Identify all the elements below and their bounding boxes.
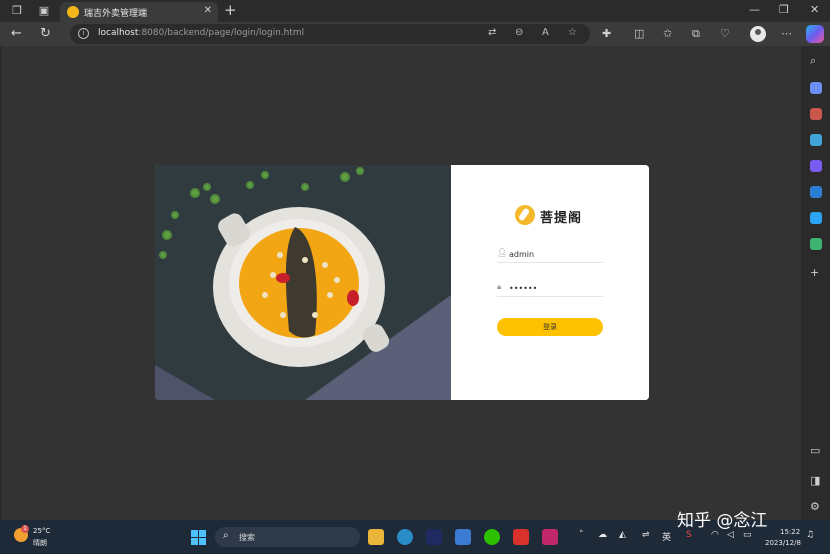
translate-icon[interactable]: ⇄ xyxy=(488,27,496,38)
weather-badge: 1 xyxy=(21,525,29,533)
tab-strip: ❒ ▣ 瑞吉外卖管理端 ✕ + — ❐ ✕ xyxy=(0,0,830,22)
weather-description[interactable]: 晴朗 xyxy=(33,538,47,548)
username-input[interactable] xyxy=(509,247,601,261)
favorites-icon[interactable]: ✩ xyxy=(663,27,672,40)
close-window-button[interactable]: ✕ xyxy=(810,3,819,16)
tab-actions-icon[interactable]: ▣ xyxy=(37,4,51,18)
extensions-icon[interactable]: ✚ xyxy=(602,27,611,40)
minimize-button[interactable]: — xyxy=(749,3,760,16)
tray-overflow-icon[interactable]: ˄ xyxy=(579,530,584,540)
ime-indicator[interactable]: 英 xyxy=(662,530,671,543)
screenshot-icon[interactable]: ▭ xyxy=(810,444,820,457)
send-icon[interactable] xyxy=(810,212,822,224)
hide-sidebar-icon[interactable]: ◨ xyxy=(810,474,820,487)
password-field: 🔒︎ xyxy=(497,281,603,297)
search-label: 搜索 xyxy=(239,533,255,542)
tray-app3-icon[interactable]: ⇌ xyxy=(642,530,650,540)
tools-icon[interactable] xyxy=(810,108,822,120)
clock-time[interactable]: 15:22 xyxy=(780,528,800,536)
outlook-icon[interactable] xyxy=(810,186,822,198)
browser-essentials-icon[interactable]: ♡ xyxy=(720,27,730,40)
split-screen-icon[interactable]: ◫ xyxy=(634,27,644,40)
wifi-icon[interactable]: ◠ xyxy=(711,530,719,540)
login-card: 菩提阁 👤︎ 🔒︎ 登录 xyxy=(155,165,649,400)
lock-icon: 🔒︎ xyxy=(497,282,502,291)
username-field: 👤︎ xyxy=(497,247,603,263)
edge-icon[interactable] xyxy=(397,529,413,545)
weather-temperature[interactable]: 25°C xyxy=(33,527,50,535)
read-aloud-icon[interactable]: A xyxy=(542,27,549,38)
collections-icon[interactable]: ⧉ xyxy=(692,27,700,41)
refresh-button[interactable]: ↻ xyxy=(40,26,51,42)
intellij-icon[interactable] xyxy=(542,529,558,545)
tab-close-icon[interactable]: ✕ xyxy=(204,5,212,16)
profile-avatar[interactable] xyxy=(750,26,766,42)
navigation-bar: ← ↻ i localhost:8080/backend/page/login/… xyxy=(0,22,830,46)
app-grid-icon[interactable] xyxy=(455,529,471,545)
edge-sidebar: ⌕ + ▭ ◨ ⚙ xyxy=(801,46,830,520)
settings-more-icon[interactable]: ⋯ xyxy=(781,27,792,40)
tray-app2-icon[interactable]: ◭ xyxy=(619,530,626,540)
search-icon: ⌕ xyxy=(223,530,229,541)
site-info-icon[interactable]: i xyxy=(78,28,89,39)
back-button[interactable]: ← xyxy=(11,26,22,42)
wechat-icon[interactable] xyxy=(484,529,500,545)
notification-bell-icon[interactable]: ♫ xyxy=(806,530,814,540)
shopping-tag-icon[interactable] xyxy=(810,82,822,94)
battery-icon[interactable]: ▭ xyxy=(743,530,752,540)
restore-button[interactable]: ❐ xyxy=(779,3,789,16)
tab-title: 瑞吉外卖管理端 xyxy=(84,9,148,19)
site-favicon-icon xyxy=(67,6,79,18)
tray-app-icon[interactable]: ☁ xyxy=(598,530,607,540)
games-icon[interactable] xyxy=(810,134,822,146)
address-url[interactable]: localhost:8080/backend/page/login/login.… xyxy=(98,28,304,38)
add-sidebar-app-icon[interactable]: + xyxy=(810,266,819,279)
new-tab-button[interactable]: + xyxy=(224,1,237,19)
tab-active[interactable]: 瑞吉外卖管理端 ✕ xyxy=(60,2,218,22)
start-button[interactable] xyxy=(191,530,206,545)
favorite-star-icon[interactable]: ☆ xyxy=(568,27,577,38)
food-illustration xyxy=(155,165,451,400)
sogou-icon[interactable]: S xyxy=(686,530,692,540)
password-input[interactable] xyxy=(509,281,601,295)
sidebar-settings-icon[interactable]: ⚙ xyxy=(810,500,820,513)
food-photo xyxy=(155,165,451,400)
workspaces-icon[interactable]: ❒ xyxy=(10,4,24,18)
address-bar[interactable]: i localhost:8080/backend/page/login/logi… xyxy=(70,24,590,44)
user-icon: 👤︎ xyxy=(497,248,508,257)
volume-icon[interactable]: ◁ xyxy=(727,530,734,540)
brand-name: 菩提阁 xyxy=(540,211,583,226)
zoom-icon[interactable]: ⊖ xyxy=(515,27,523,38)
zhihu-watermark: 知乎 @念江 xyxy=(677,511,768,531)
search-icon[interactable]: ⌕ xyxy=(810,54,816,68)
brand-logo-icon xyxy=(515,205,535,225)
copilot-side-icon[interactable] xyxy=(810,160,822,172)
ide-icon[interactable] xyxy=(426,529,442,545)
file-explorer-icon[interactable] xyxy=(368,529,384,545)
copilot-icon[interactable] xyxy=(806,25,824,43)
wps-icon[interactable] xyxy=(513,529,529,545)
clock-date[interactable]: 2023/12/8 xyxy=(765,539,801,547)
login-button[interactable]: 登录 xyxy=(497,318,603,336)
taskbar-search[interactable]: ⌕ 搜索 xyxy=(215,527,360,547)
login-form: 菩提阁 👤︎ 🔒︎ 登录 xyxy=(451,165,649,400)
tree-icon[interactable] xyxy=(810,238,822,250)
